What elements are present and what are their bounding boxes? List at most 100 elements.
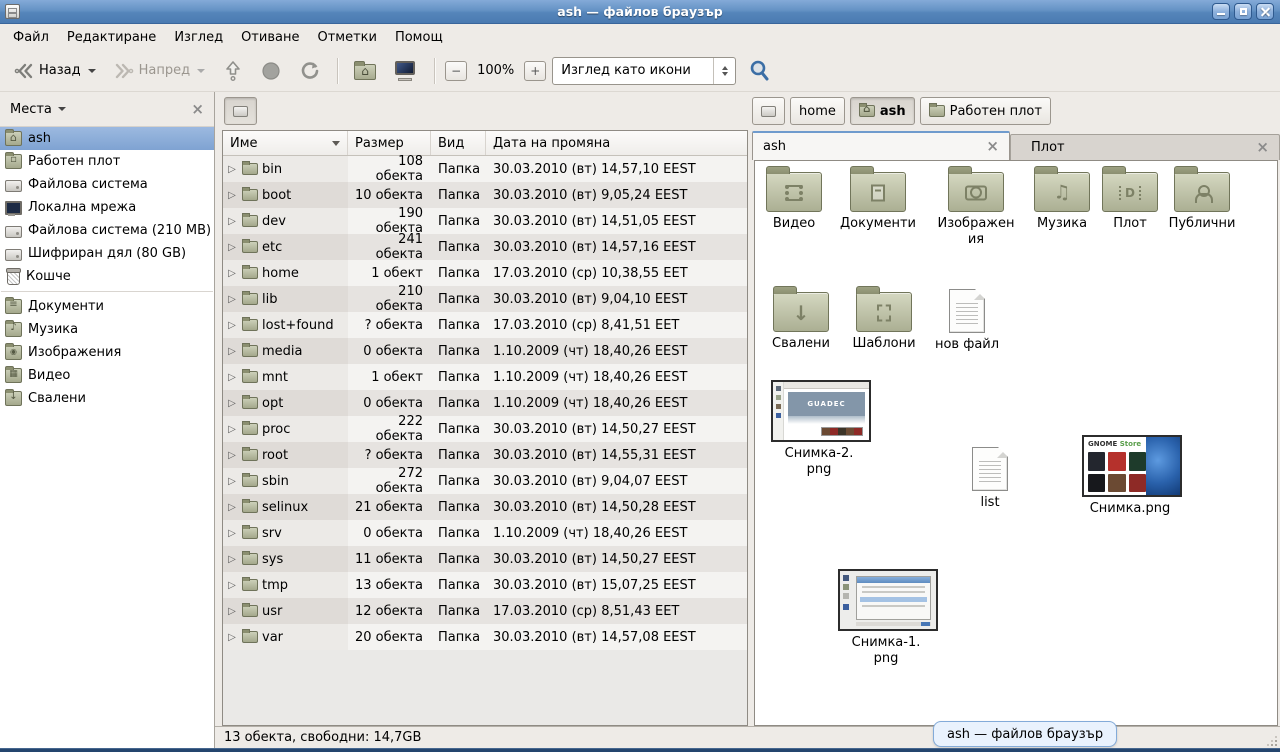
combobox-spinner[interactable] xyxy=(713,58,735,84)
folder-item[interactable]: Документи xyxy=(830,172,926,232)
table-row[interactable]: ▷dev190 обектаПапка30.03.2010 (вт) 14,51… xyxy=(223,208,747,234)
thumb-item[interactable]: Снимка-1. png xyxy=(838,569,934,668)
sidebar-item-Музика[interactable]: Музика xyxy=(0,318,214,341)
sidebar-item-Файлова система (210 MB)[interactable]: Файлова система (210 MB) xyxy=(0,219,214,242)
table-row[interactable]: ▷tmp13 обектаПапка30.03.2010 (вт) 15,07,… xyxy=(223,572,747,598)
expander-icon[interactable]: ▷ xyxy=(226,398,238,409)
expander-icon[interactable]: ▷ xyxy=(226,580,238,591)
tab-close-icon[interactable]: × xyxy=(1256,140,1269,155)
resize-grip[interactable] xyxy=(1265,734,1277,746)
table-row[interactable]: ▷opt0 обектаПапка1.10.2009 (чт) 18,40,26… xyxy=(223,390,747,416)
expander-icon[interactable]: ▷ xyxy=(226,450,238,461)
sidebar-item-Работен плот[interactable]: Работен плот xyxy=(0,150,214,173)
forward-button[interactable]: Напред xyxy=(108,59,211,83)
tab-Плот[interactable]: Плот× xyxy=(1010,134,1280,160)
sidebar-close-icon[interactable]: × xyxy=(191,102,204,117)
folder-item[interactable]: Публични xyxy=(1154,172,1250,232)
tab-ash[interactable]: ash× xyxy=(752,131,1010,160)
tab-close-icon[interactable]: × xyxy=(986,139,999,154)
menu-item[interactable]: Файл xyxy=(4,27,58,48)
menu-item[interactable]: Помощ xyxy=(386,27,452,48)
sidebar-mode-select[interactable]: Места xyxy=(10,102,66,117)
folder-item[interactable]: Изображен ия xyxy=(928,172,1024,249)
reload-button[interactable] xyxy=(293,57,327,85)
back-button[interactable]: Назад xyxy=(8,59,102,83)
column-header-type[interactable]: Вид xyxy=(431,131,486,155)
expander-icon[interactable]: ▷ xyxy=(226,554,238,565)
expander-icon[interactable]: ▷ xyxy=(226,476,238,487)
table-row[interactable]: ▷sbin272 обектаПапка30.03.2010 (вт) 9,04… xyxy=(223,468,747,494)
breadcrumb-root[interactable] xyxy=(752,97,785,125)
table-row[interactable]: ▷sys11 обектаПапка30.03.2010 (вт) 14,50,… xyxy=(223,546,747,572)
table-row[interactable]: ▷mnt1 обектПапка1.10.2009 (чт) 18,40,26 … xyxy=(223,364,747,390)
table-row[interactable]: ▷etc241 обектаПапка30.03.2010 (вт) 14,57… xyxy=(223,234,747,260)
table-row[interactable]: ▷selinux21 обектаПапка30.03.2010 (вт) 14… xyxy=(223,494,747,520)
column-header-size[interactable]: Размер xyxy=(348,131,431,155)
expander-icon[interactable]: ▷ xyxy=(226,346,238,357)
expander-icon[interactable]: ▷ xyxy=(226,320,238,331)
stop-button[interactable] xyxy=(255,57,287,85)
column-header-name[interactable]: Име xyxy=(223,131,348,155)
thumb-item[interactable]: GNOME StoreСнимка.png xyxy=(1082,435,1178,517)
table-row[interactable]: ▷bin108 обектаПапка30.03.2010 (вт) 14,57… xyxy=(223,156,747,182)
folder-item[interactable]: Видео xyxy=(754,172,842,232)
expander-icon[interactable]: ▷ xyxy=(226,528,238,539)
sidebar-item-Файлова система[interactable]: Файлова система xyxy=(0,173,214,196)
breadcrumb-Работен плот[interactable]: Работен плот xyxy=(920,97,1051,125)
menu-item[interactable]: Редактиране xyxy=(58,27,165,48)
sidebar-item-Локална мрежа[interactable]: Локална мрежа xyxy=(0,196,214,219)
icon-view[interactable]: ВидеоДокументиИзображен ия♫МузикаDПлотПу… xyxy=(754,160,1278,726)
up-button[interactable] xyxy=(217,56,249,86)
expander-icon[interactable]: ▷ xyxy=(226,294,238,305)
folder-item[interactable]: Шаблони xyxy=(836,292,932,352)
sidebar-item-Видео[interactable]: Видео xyxy=(0,364,214,387)
expander-icon[interactable]: ▷ xyxy=(226,424,238,435)
expander-icon[interactable]: ▷ xyxy=(226,216,238,227)
expander-icon[interactable]: ▷ xyxy=(226,164,238,175)
table-row[interactable]: ▷proc222 обектаПапка30.03.2010 (вт) 14,5… xyxy=(223,416,747,442)
breadcrumb-ash[interactable]: ash xyxy=(850,97,915,125)
sidebar-item-Кошче[interactable]: Кошче xyxy=(0,265,214,288)
sidebar-item-Свалени[interactable]: Свалени xyxy=(0,387,214,410)
file-item[interactable]: нов файл xyxy=(919,289,1015,353)
titlebar[interactable]: ash — файлов браузър xyxy=(0,0,1280,24)
sidebar-item-Шифриран дял (80 GB)[interactable]: Шифриран дял (80 GB) xyxy=(0,242,214,265)
menu-item[interactable]: Отметки xyxy=(308,27,385,48)
table-row[interactable]: ▷home1 обектПапка17.03.2010 (ср) 10,38,5… xyxy=(223,260,747,286)
home-button[interactable] xyxy=(348,57,382,84)
menu-item[interactable]: Отиване xyxy=(232,27,308,48)
breadcrumb-root[interactable] xyxy=(224,97,257,125)
view-mode-combobox[interactable]: Изглед като икони xyxy=(552,57,736,85)
expander-icon[interactable]: ▷ xyxy=(226,242,238,253)
forward-dropdown-caret[interactable] xyxy=(197,69,205,73)
expander-icon[interactable]: ▷ xyxy=(226,606,238,617)
table-row[interactable]: ▷var20 обектаПапка30.03.2010 (вт) 14,57,… xyxy=(223,624,747,650)
table-row[interactable]: ▷lib210 обектаПапка30.03.2010 (вт) 9,04,… xyxy=(223,286,747,312)
search-button[interactable] xyxy=(742,55,776,87)
expander-icon[interactable]: ▷ xyxy=(226,502,238,513)
table-row[interactable]: ▷media0 обектаПапка1.10.2009 (чт) 18,40,… xyxy=(223,338,747,364)
menu-item[interactable]: Изглед xyxy=(165,27,232,48)
close-button[interactable] xyxy=(1256,3,1274,20)
expander-icon[interactable]: ▷ xyxy=(226,632,238,643)
sidebar-item-Изображения[interactable]: Изображения xyxy=(0,341,214,364)
thumb-item[interactable]: GUADECСнимка-2. png xyxy=(771,380,867,479)
table-row[interactable]: ▷boot10 обектаПапка30.03.2010 (вт) 9,05,… xyxy=(223,182,747,208)
computer-button[interactable] xyxy=(388,57,424,85)
table-row[interactable]: ▷root? обектаПапка30.03.2010 (вт) 14,55,… xyxy=(223,442,747,468)
minimize-button[interactable] xyxy=(1212,3,1230,20)
file-item[interactable]: list xyxy=(942,447,1038,511)
breadcrumb-home[interactable]: home xyxy=(790,97,845,125)
back-dropdown-caret[interactable] xyxy=(88,69,96,73)
expander-icon[interactable]: ▷ xyxy=(226,268,238,279)
maximize-button[interactable] xyxy=(1234,3,1252,20)
folder-item[interactable]: ↓Свалени xyxy=(754,292,849,352)
table-row[interactable]: ▷srv0 обектаПапка1.10.2009 (чт) 18,40,26… xyxy=(223,520,747,546)
zoom-out-button[interactable]: − xyxy=(445,61,467,81)
zoom-in-button[interactable]: + xyxy=(524,61,546,81)
expander-icon[interactable]: ▷ xyxy=(226,372,238,383)
sidebar-item-ash[interactable]: ash xyxy=(0,127,214,150)
sidebar-item-Документи[interactable]: Документи xyxy=(0,295,214,318)
column-header-modified[interactable]: Дата на промяна xyxy=(486,131,747,155)
expander-icon[interactable]: ▷ xyxy=(226,190,238,201)
